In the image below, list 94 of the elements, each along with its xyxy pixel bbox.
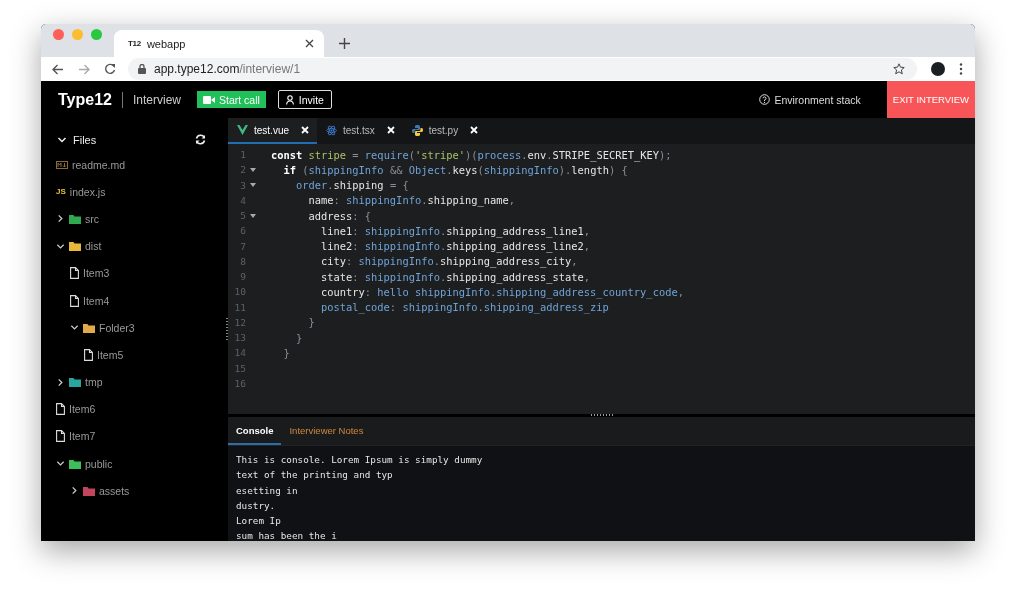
markdown-file-icon — [56, 160, 68, 169]
reload-icon[interactable] — [104, 63, 116, 75]
code-line: if (shippingInfo && Object.keys(shippingInfo).length) { — [282, 163, 628, 176]
file-name[interactable]: Item3 — [83, 267, 110, 280]
line-number: 12 — [233, 316, 246, 328]
video-camera-icon — [203, 95, 215, 104]
person-icon — [285, 94, 295, 105]
fold-caret-icon[interactable] — [250, 167, 256, 172]
line-number: 5 — [239, 210, 246, 222]
chevron-right-icon[interactable] — [70, 486, 79, 496]
chevron-right-icon[interactable] — [56, 214, 65, 224]
folder-name[interactable]: Folder3 — [99, 321, 135, 334]
back-icon[interactable] — [52, 63, 64, 75]
console-line: dustry. — [236, 499, 277, 513]
invite-button[interactable]: Invite — [277, 90, 332, 109]
close-icon[interactable] — [305, 39, 314, 48]
help-icon — [759, 94, 771, 105]
line-number: 11 — [233, 301, 246, 313]
folder-name[interactable]: public — [85, 457, 113, 470]
code-line: line2: shippingInfo.shipping_address_line2, — [320, 240, 591, 253]
tab-title: webapp — [146, 37, 187, 50]
editor-tab[interactable]: test.vue — [228, 118, 318, 144]
line-number: 6 — [239, 225, 246, 237]
file-name[interactable]: readme.md — [72, 158, 126, 171]
line-number: 9 — [239, 271, 246, 283]
python-icon — [411, 124, 423, 136]
console-line: This is console. Lorem Ipsum is simply dummy — [236, 454, 484, 467]
file-icon — [56, 430, 65, 443]
console-line: text of the printing and typ — [236, 469, 394, 483]
code-line: city: shippingInfo.shipping_address_city, — [320, 255, 578, 268]
vue-icon — [237, 125, 248, 135]
panel-tab[interactable]: Interviewer Notes — [281, 417, 372, 445]
code-line: name: shippingInfo.shipping_name, — [307, 194, 515, 207]
new-tab-icon[interactable] — [339, 38, 350, 49]
code-line: } — [282, 346, 290, 359]
resize-handle[interactable] — [591, 414, 613, 416]
code-line: const stripe = require('stripe')(process.env.STRIPE_SECRET_KEY); — [271, 148, 672, 161]
line-number: 3 — [239, 179, 246, 191]
logo: Type12 — [58, 90, 112, 109]
environment-stack-button[interactable]: Environment stack — [753, 92, 867, 107]
more-menu-icon[interactable] — [959, 63, 963, 75]
js-file-label: JS — [56, 187, 66, 197]
editor-tab[interactable]: test.tsx — [317, 118, 403, 144]
code-line: state: shippingInfo.shipping_address_state, — [320, 270, 591, 283]
folder-name[interactable]: tmp — [85, 376, 103, 389]
file-icon — [84, 348, 93, 361]
line-number: 8 — [239, 255, 246, 267]
code-line: line1: shippingInfo.shipping_address_line1, — [320, 224, 591, 237]
atom-icon — [326, 124, 338, 136]
folder-name[interactable]: dist — [85, 240, 102, 253]
folder-name[interactable]: src — [85, 212, 99, 225]
bookmark-star-icon[interactable] — [893, 63, 905, 75]
code-line: country: hello shippingInfo.shipping_address_country_code, — [320, 285, 684, 298]
file-name[interactable]: index.js — [69, 185, 106, 198]
chevron-right-icon[interactable] — [56, 377, 65, 387]
file-icon — [70, 294, 79, 307]
line-number: 1 — [239, 149, 246, 161]
chevron-down-icon[interactable] — [56, 459, 65, 469]
file-icon — [70, 267, 79, 280]
console-line: Lorem Ip — [236, 515, 282, 529]
line-number: 10 — [233, 286, 246, 298]
line-number: 4 — [239, 194, 246, 206]
folder-name[interactable]: assets — [99, 484, 130, 497]
file-icon — [56, 403, 65, 416]
refresh-icon[interactable] — [195, 134, 206, 145]
line-number: 7 — [239, 240, 246, 252]
file-name[interactable]: Item6 — [69, 403, 96, 416]
code-line: } — [295, 331, 303, 344]
favicon: T12 — [128, 39, 141, 48]
fold-caret-icon[interactable] — [250, 183, 256, 188]
line-number: 16 — [233, 377, 246, 389]
line-number: 14 — [233, 347, 246, 359]
code-line: address: { — [307, 209, 372, 222]
console-line: esetting in — [236, 484, 299, 498]
section-title: Interview — [132, 92, 181, 107]
editor-tab[interactable]: test.py — [402, 118, 487, 144]
code-line: order.shipping = { — [295, 179, 409, 192]
line-number: 15 — [233, 362, 246, 374]
chevron-down-icon[interactable] — [70, 323, 79, 333]
address-bar[interactable]: app.type12.com/interview/1 — [128, 58, 917, 80]
resize-handle[interactable] — [226, 318, 228, 340]
fold-caret-icon[interactable] — [250, 213, 256, 218]
profile-avatar[interactable] — [931, 62, 945, 76]
line-number: 13 — [233, 332, 246, 344]
file-name[interactable]: Item7 — [69, 430, 96, 443]
files-title: Files — [73, 133, 97, 146]
code-line: postal_code: shippingInfo.shipping_address_zip — [320, 301, 609, 314]
lock-icon — [138, 64, 146, 74]
file-name[interactable]: Item4 — [83, 294, 110, 307]
line-number: 2 — [239, 164, 246, 176]
console-line: sum has been the i — [236, 530, 338, 541]
code-line: } — [307, 316, 315, 329]
file-name[interactable]: Item5 — [97, 348, 124, 361]
browser-tab[interactable]: T12 webapp — [114, 30, 324, 57]
